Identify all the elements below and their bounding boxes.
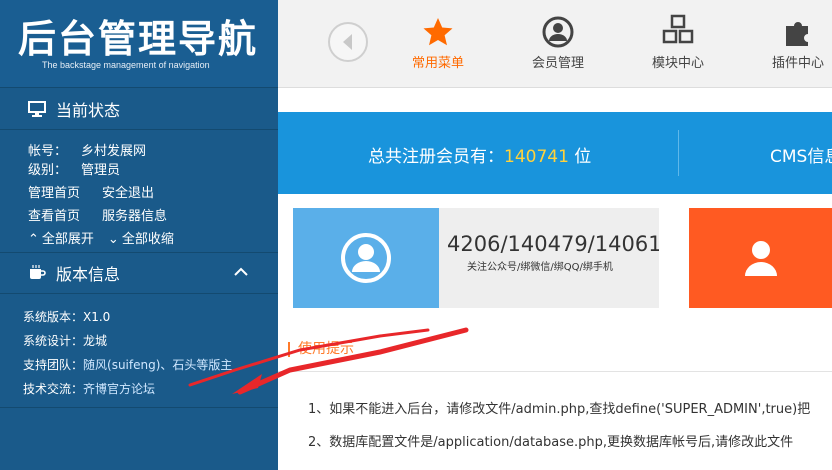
top-nav: 常用菜单 会员管理 模块中心 插件中心 xyxy=(278,0,832,88)
sys-design-label: 系统设计： xyxy=(23,334,84,348)
logo-subtitle: The backstage management of navigation xyxy=(42,60,210,70)
user-icon xyxy=(542,16,574,48)
member-banner: 总共注册会员有：140741 位 CMS信息 xyxy=(278,112,832,194)
sys-version-value: X1.0 xyxy=(83,310,111,324)
tips-divider xyxy=(278,371,832,372)
sidebar: 后台管理导航 The backstage management of navig… xyxy=(0,0,278,470)
nav-module-center-label: 模块中心 xyxy=(651,56,704,71)
nav-member-admin-label: 会员管理 xyxy=(531,56,584,71)
view-home-link[interactable]: 查看首页 xyxy=(28,205,80,228)
nav-plugin-center[interactable]: 插件中心 xyxy=(753,8,832,71)
sidebar-divider xyxy=(0,407,278,408)
level-label: 级别： xyxy=(28,163,68,178)
user-icon xyxy=(744,241,777,276)
version-body: 系统版本：X1.0 系统设计：龙城 支持团队：随风(suifeng)、石头等版主… xyxy=(23,305,232,401)
tech-label: 技术交流： xyxy=(23,382,84,396)
stats-ratio: 4206/140479/140611/ xyxy=(447,232,659,256)
collapse-all-label: 全部收缩 xyxy=(121,232,174,247)
tip-item: 1、如果不能进入后台，请修改文件/admin.php,查找define('SUP… xyxy=(308,402,811,417)
expand-all-label: 全部展开 xyxy=(41,232,94,247)
puzzle-icon xyxy=(786,22,808,46)
version-section-header[interactable]: 版本信息 xyxy=(0,252,278,294)
tips-title: 使用提示 xyxy=(288,342,354,357)
back-button[interactable] xyxy=(328,22,368,62)
monitor-icon xyxy=(28,100,46,118)
server-info-link[interactable]: 服务器信息 xyxy=(102,205,167,228)
user-circle-icon xyxy=(341,233,391,283)
chevron-left-icon xyxy=(343,34,352,50)
version-header-label: 版本信息 xyxy=(56,265,121,284)
nav-common-menu-label: 常用菜单 xyxy=(411,56,464,71)
registered-count: 总共注册会员有：140741 位 xyxy=(368,142,591,167)
stats-caption: 关注公众号/绑微信/绑QQ/绑手机 xyxy=(467,262,613,273)
status-body: 帐号： 乡村发展网 级别： 管理员 管理首页 安全退出 查看首页 服务器信息 ⌃ 全部展开… xyxy=(28,140,189,251)
status-section-header[interactable]: 当前状态 xyxy=(0,88,278,130)
nav-member-admin[interactable]: 会员管理 xyxy=(513,8,603,71)
reg-prefix: 总共注册会员有： xyxy=(368,147,504,167)
logo-title: 后台管理导航 xyxy=(18,17,259,61)
sys-design-value: 龙城 xyxy=(83,334,108,348)
support-label: 支持团队： xyxy=(23,358,84,372)
chevron-up-icon: ⌃ xyxy=(28,232,39,247)
tip-item: 2、数据库配置文件是/application/database.php,更换数据… xyxy=(308,435,794,450)
support-link[interactable]: 随风(suifeng)、石头等版主 xyxy=(83,358,232,372)
reg-number: 140741 xyxy=(504,147,569,167)
logout-link[interactable]: 安全退出 xyxy=(102,182,154,205)
collapse-all-button[interactable]: ⌄ 全部收缩 xyxy=(108,228,174,251)
chevron-up-icon[interactable] xyxy=(234,265,248,281)
nav-plugin-center-label: 插件中心 xyxy=(771,56,824,71)
chevron-down-icon: ⌄ xyxy=(107,232,119,247)
reg-suffix: 位 xyxy=(568,147,592,167)
stats-card-icon xyxy=(293,208,439,308)
stats-card: 4206/140479/140611/ 关注公众号/绑微信/绑QQ/绑手机 xyxy=(439,208,659,308)
logo: 后台管理导航 The backstage management of navig… xyxy=(0,0,278,88)
admin-home-link[interactable]: 管理首页 xyxy=(28,182,80,205)
nav-common-menu[interactable]: 常用菜单 xyxy=(393,8,483,71)
nav-module-center[interactable]: 模块中心 xyxy=(633,8,723,71)
status-header-label: 当前状态 xyxy=(56,100,121,120)
sys-version-label: 系统版本： xyxy=(23,310,84,324)
forum-link[interactable]: 齐博官方论坛 xyxy=(83,382,155,396)
banner-divider xyxy=(678,130,679,176)
level-value: 管理员 xyxy=(81,163,121,178)
cubes-icon xyxy=(662,14,694,44)
cms-info: CMS信息 xyxy=(770,147,832,167)
secondary-card xyxy=(689,208,832,308)
main-content: 总共注册会员有：140741 位 CMS信息 4206/140479/14061… xyxy=(278,88,832,470)
expand-all-button[interactable]: ⌃ 全部展开 xyxy=(28,228,94,251)
star-icon xyxy=(423,18,453,46)
cup-icon xyxy=(28,264,46,282)
